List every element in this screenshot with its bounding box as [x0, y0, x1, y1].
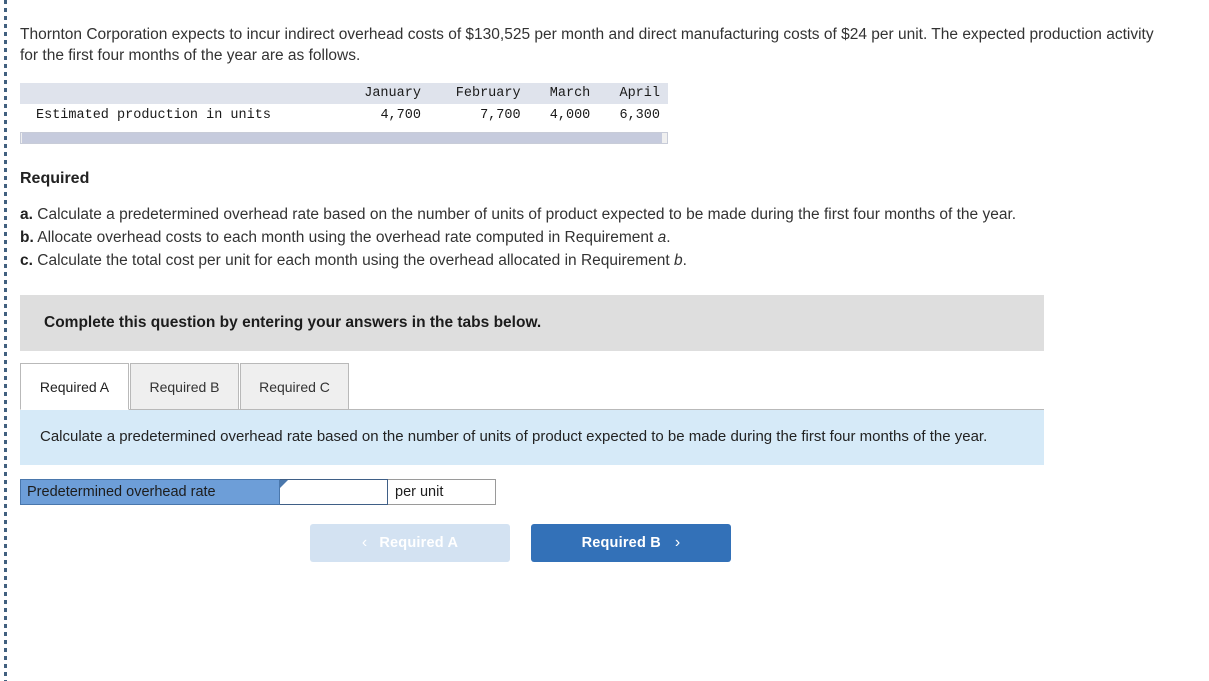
- predetermined-overhead-rate-input[interactable]: [280, 480, 387, 504]
- required-item-c-text-after: .: [682, 252, 687, 269]
- cell-january: 4,700: [339, 104, 429, 127]
- tab-required-a-label: Required A: [39, 378, 110, 395]
- table-header-row: January February March April: [20, 83, 668, 104]
- cell-comment-flag-icon: [280, 480, 288, 488]
- instruction-banner: Complete this question by entering your …: [20, 295, 1044, 351]
- requirement-tabs: Required A Required B Required C: [20, 363, 1044, 410]
- table-body: Estimated production in units 4,700 7,70…: [20, 104, 668, 127]
- answer-label-cell: Predetermined overhead rate: [20, 479, 280, 505]
- table-horizontal-scrollbar[interactable]: [20, 132, 668, 144]
- prev-required-a-button[interactable]: ‹ Required A: [310, 524, 510, 562]
- production-data-table: January February March April Estimated p…: [20, 83, 668, 127]
- problem-statement: Thornton Corporation expects to incur in…: [20, 26, 1154, 64]
- cell-march: 4,000: [528, 104, 599, 127]
- answer-input-cell[interactable]: [280, 479, 388, 505]
- prev-button-label: Required A: [379, 535, 459, 551]
- tab-required-b[interactable]: Required B: [130, 363, 239, 409]
- required-item-b-text-after: .: [666, 229, 671, 246]
- chevron-left-icon: ‹: [361, 534, 368, 551]
- required-item-a: a. Calculate a predetermined overhead ra…: [20, 204, 1170, 225]
- tab-required-b-label: Required B: [149, 378, 220, 395]
- required-item-c-emphasis: b: [674, 252, 683, 269]
- required-item-a-marker: a.: [20, 206, 33, 223]
- required-heading: Required: [20, 170, 90, 187]
- answer-label-text: Predetermined overhead rate: [27, 484, 216, 500]
- tab-required-a[interactable]: Required A: [20, 363, 129, 410]
- scrollbar-thumb[interactable]: [22, 133, 662, 143]
- chevron-right-icon: ›: [674, 534, 681, 551]
- required-item-a-text: Calculate a predetermined overhead rate …: [37, 206, 1017, 223]
- required-item-c: c. Calculate the total cost per unit for…: [20, 250, 1170, 271]
- row-label-estimated-production: Estimated production in units: [20, 104, 340, 127]
- table-header-march: March: [528, 83, 599, 104]
- required-item-c-text: Calculate the total cost per unit for ea…: [37, 252, 674, 269]
- table-head: January February March April: [20, 83, 668, 104]
- required-item-b-marker: b.: [20, 229, 34, 246]
- required-item-b-text: Allocate overhead costs to each month us…: [37, 229, 658, 246]
- required-item-b: b. Allocate overhead costs to each month…: [20, 227, 1170, 248]
- required-list: a. Calculate a predetermined overhead ra…: [20, 204, 1200, 271]
- tab-navigation: ‹ Required A Required B ›: [310, 524, 1200, 562]
- cell-february: 7,700: [428, 104, 529, 127]
- question-page: Thornton Corporation expects to incur in…: [20, 0, 1200, 562]
- table-header-february: February: [428, 83, 529, 104]
- next-button-label: Required B: [581, 535, 661, 551]
- tab-prompt-text: Calculate a predetermined overhead rate …: [40, 428, 988, 445]
- answer-unit-cell: per unit: [388, 479, 496, 505]
- required-item-c-marker: c.: [20, 252, 33, 269]
- table-header-blank: [20, 83, 340, 104]
- tab-required-c-label: Required C: [259, 378, 330, 395]
- tab-required-c[interactable]: Required C: [240, 363, 349, 409]
- answer-unit-text: per unit: [395, 484, 444, 500]
- required-item-b-emphasis: a: [657, 229, 667, 246]
- tab-prompt-panel: Calculate a predetermined overhead rate …: [20, 410, 1044, 465]
- table-row: Estimated production in units 4,700 7,70…: [20, 104, 668, 127]
- table-header-april: April: [598, 83, 668, 104]
- answer-row: Predetermined overhead rate per unit: [20, 479, 497, 505]
- next-required-b-button[interactable]: Required B ›: [531, 524, 731, 562]
- table-header-january: January: [339, 83, 429, 104]
- left-margin-guide: [4, 0, 7, 681]
- cell-april: 6,300: [598, 104, 668, 127]
- production-data-table-wrapper: January February March April Estimated p…: [20, 83, 668, 144]
- instruction-banner-text: Complete this question by entering your …: [44, 314, 542, 331]
